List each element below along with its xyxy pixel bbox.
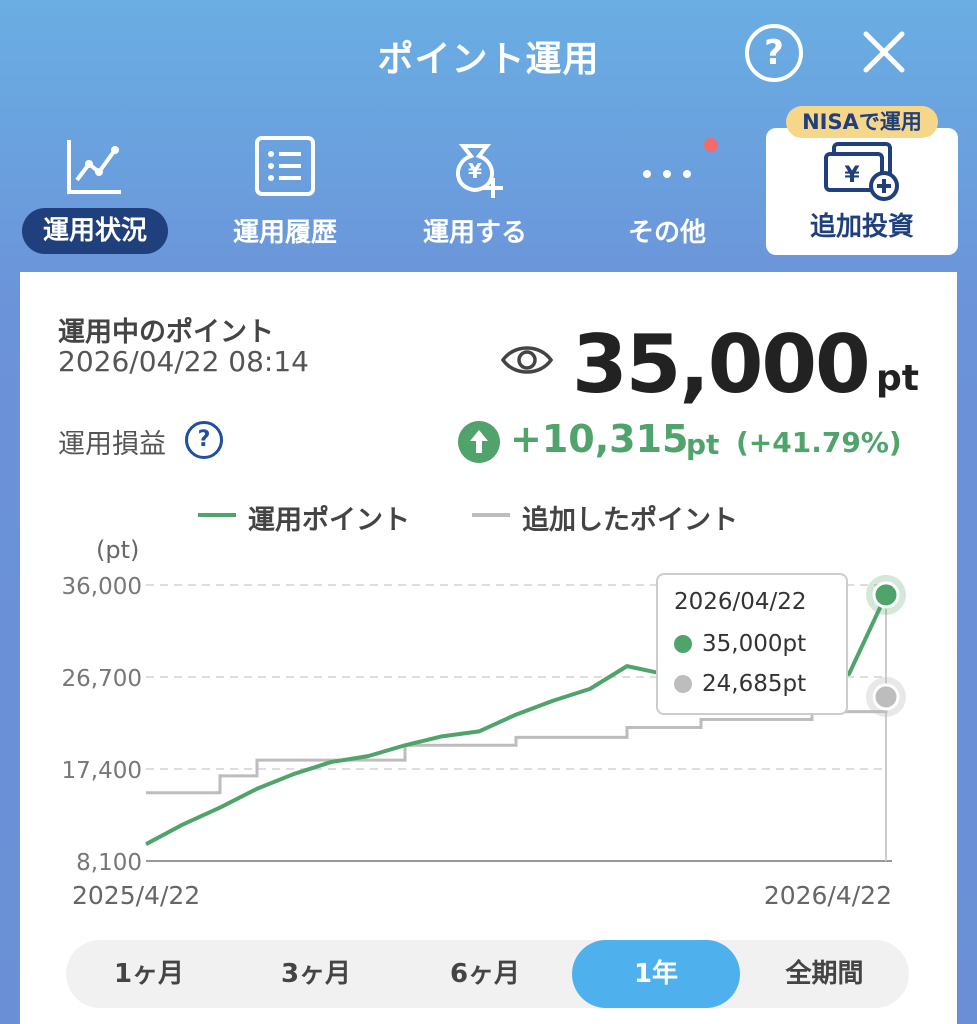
svg-text:¥: ¥ xyxy=(468,159,482,183)
help-icon[interactable]: ? xyxy=(745,24,803,82)
additional-invest-button[interactable]: ¥ 追加投資 xyxy=(766,128,958,255)
period-6m[interactable]: 6ヶ月 xyxy=(400,940,570,1008)
nav-item-invest[interactable]: ¥ 運用する xyxy=(380,120,570,260)
nav-label-invest: 運用する xyxy=(422,218,527,248)
legend-swatch-series2 xyxy=(472,513,510,517)
nisa-badge: NISAで運用 xyxy=(786,106,938,138)
period-1y[interactable]: 1年 xyxy=(572,940,740,1008)
page-title: ポイント運用 xyxy=(377,39,600,80)
tooltip-date: 2026/04/22 xyxy=(674,589,807,615)
tooltip-row-series1: 35,000pt xyxy=(674,631,806,657)
tooltip-dot-gray xyxy=(674,675,692,693)
pnl-value: +10,315 xyxy=(510,417,689,461)
y-tick-label: 26,700 xyxy=(62,666,142,692)
tooltip-row-series2: 24,685pt xyxy=(674,671,806,697)
nav-label-status: 運用状況 xyxy=(22,208,168,254)
x-tick-label: 2025/4/22 xyxy=(72,881,200,910)
list-icon xyxy=(255,136,315,196)
nav-item-other[interactable]: その他 xyxy=(572,120,762,260)
y-axis-label: (pt) xyxy=(96,536,139,564)
svg-text:¥: ¥ xyxy=(844,163,860,188)
legend-swatch-series1 xyxy=(198,513,236,517)
eye-icon[interactable] xyxy=(500,340,554,380)
x-tick-label: 2026/4/22 xyxy=(764,881,892,910)
yen-bag-plus-icon: ¥ xyxy=(456,144,503,198)
pnl-unit: pt xyxy=(686,428,720,461)
y-tick-label: 36,000 xyxy=(62,574,142,600)
pnl-percent: (+41.79%) xyxy=(736,426,902,459)
period-selector: 1ヶ月 3ヶ月 6ヶ月 1年 全期間 xyxy=(66,940,909,1008)
nav-label-other: その他 xyxy=(627,218,706,248)
chart-tooltip: 2026/04/22 35,000pt 24,685pt xyxy=(656,573,848,715)
points-value: 35,000 xyxy=(572,318,871,411)
endpoint-marker-green xyxy=(872,581,900,609)
yen-wallet-plus-icon: ¥ xyxy=(824,142,899,201)
notification-dot xyxy=(704,138,718,152)
tooltip-value2: 24,685pt xyxy=(702,671,807,697)
tooltip-dot-green xyxy=(674,635,692,653)
close-icon[interactable] xyxy=(860,28,908,76)
period-1m[interactable]: 1ヶ月 xyxy=(66,940,232,1008)
additional-invest-label: 追加投資 xyxy=(809,212,914,242)
period-3m[interactable]: 3ヶ月 xyxy=(232,940,400,1008)
y-tick-label: 17,400 xyxy=(62,758,142,784)
pnl-help-icon[interactable]: ? xyxy=(185,421,223,459)
y-tick-label: 8,100 xyxy=(76,850,142,876)
points-label: 運用中のポイント xyxy=(58,317,274,348)
endpoint-marker-gray xyxy=(872,683,900,711)
header: ポイント運用 ? xyxy=(0,0,977,110)
points-unit: pt xyxy=(876,358,919,399)
nav-item-status[interactable]: 運用状況 xyxy=(0,120,190,260)
arrow-up-icon xyxy=(458,421,500,463)
pnl-label: 運用損益 xyxy=(58,429,166,460)
more-icon xyxy=(643,170,691,178)
points-date: 2026/04/22 08:14 xyxy=(58,345,309,378)
line-chart-icon xyxy=(67,140,121,194)
nav-item-history[interactable]: 運用履歴 xyxy=(190,120,380,260)
period-all[interactable]: 全期間 xyxy=(740,940,909,1008)
tooltip-value1: 35,000pt xyxy=(702,631,807,657)
nav-label-history: 運用履歴 xyxy=(232,218,337,248)
